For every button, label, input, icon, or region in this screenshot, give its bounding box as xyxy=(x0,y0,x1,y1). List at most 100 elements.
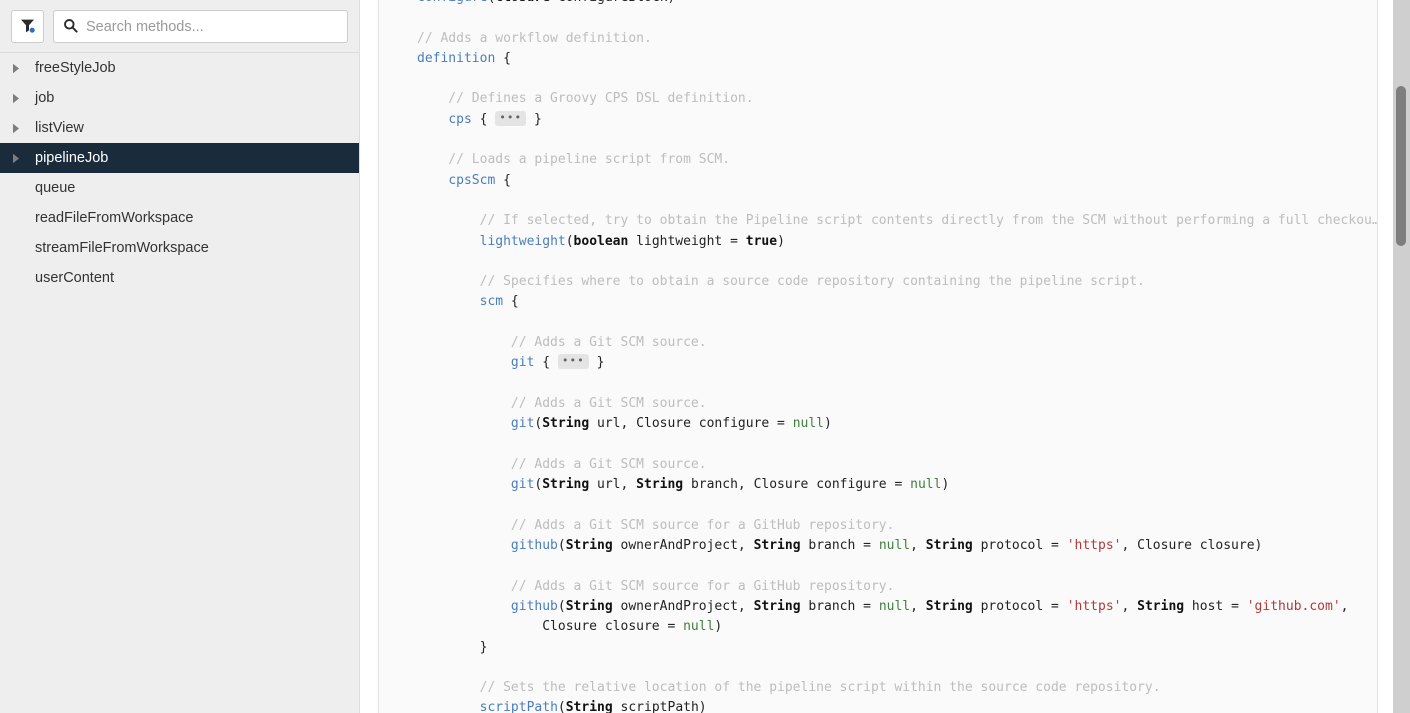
code-line xyxy=(417,191,1377,211)
code-line: Closure closure = null) xyxy=(417,617,1377,637)
code-token-plain: host = xyxy=(1184,599,1247,614)
chevron-right-icon[interactable] xyxy=(12,153,26,164)
code-line: // Loads a pipeline script from SCM. xyxy=(417,150,1377,170)
sidebar-item-freestylejob[interactable]: freeStyleJob xyxy=(0,53,359,83)
code-token-type: String xyxy=(566,700,613,713)
sidebar-item-label: freeStyleJob xyxy=(35,61,116,76)
code-token-kw[interactable]: git xyxy=(511,477,534,492)
api-viewer-app: freeStyleJob joblistViewpipelineJob queue r… xyxy=(0,0,1410,713)
code-token-plain: } xyxy=(417,640,487,655)
code-token-kw[interactable]: github xyxy=(511,599,558,614)
code-line: cpsScm { xyxy=(417,171,1377,191)
code-line: github(String ownerAndProject, String br… xyxy=(417,597,1377,617)
code-token-plain xyxy=(417,234,480,249)
code-token-plain: , Closure closure) xyxy=(1121,538,1262,553)
funnel-filter-icon xyxy=(19,17,36,37)
code-token-type: String xyxy=(754,599,801,614)
code-line xyxy=(417,313,1377,333)
chevron-right-icon[interactable] xyxy=(12,93,26,104)
code-line: } xyxy=(417,638,1377,658)
code-token-nul: null xyxy=(793,416,824,431)
code-token-plain: , xyxy=(1121,599,1137,614)
search-field-wrapper[interactable] xyxy=(53,10,348,43)
sidebar-item-label: readFileFromWorkspace xyxy=(35,211,193,226)
code-line: git(String url, Closure configure = null… xyxy=(417,414,1377,434)
collapsed-block-badge[interactable]: ••• xyxy=(495,111,526,126)
sidebar-item-readfilefromworkspace[interactable]: readFileFromWorkspace xyxy=(0,203,359,233)
code-line xyxy=(417,435,1377,455)
code-token-plain: { xyxy=(495,173,511,188)
code-token-type: String xyxy=(566,599,613,614)
code-token-plain: , xyxy=(1341,599,1349,614)
sidebar-item-listview[interactable]: listView xyxy=(0,113,359,143)
code-token-plain xyxy=(417,700,480,713)
sidebar-item-usercontent[interactable]: userContent xyxy=(0,263,359,293)
sidebar-item-pipelinejob[interactable]: pipelineJob xyxy=(0,143,359,173)
code-token-plain: , xyxy=(910,538,926,553)
code-line: configure(Closure configureBlock) xyxy=(417,0,1377,8)
code-token-cmt: // Defines a Groovy CPS DSL definition. xyxy=(417,91,754,106)
code-token-kw[interactable]: scriptPath xyxy=(480,700,558,713)
code-token-cmt: // Adds a workflow definition. xyxy=(417,31,652,46)
code-line: cps { ••• } xyxy=(417,110,1377,130)
sidebar-item-queue[interactable]: queue xyxy=(0,173,359,203)
code-token-kw[interactable]: lightweight xyxy=(480,234,566,249)
code-token-punc: ) xyxy=(941,477,949,492)
code-line: // Adds a Git SCM source. xyxy=(417,394,1377,414)
code-token-kw[interactable]: cpsScm xyxy=(448,173,495,188)
code-token-plain xyxy=(417,112,448,127)
code-line xyxy=(417,69,1377,89)
sidebar-item-label: userContent xyxy=(35,271,114,286)
page-vertical-scrollbar[interactable] xyxy=(1393,0,1410,713)
code-token-kw[interactable]: git xyxy=(511,416,534,431)
code-token-plain: url, Closure configure = xyxy=(589,416,793,431)
code-token-plain: { xyxy=(495,51,511,66)
code-token-cmt: // Adds a Git SCM source. xyxy=(417,457,707,472)
code-token-kw[interactable]: scm xyxy=(480,294,503,309)
code-token-cmt: // Adds a Git SCM source for a GitHub re… xyxy=(417,518,894,533)
code-line: github(String ownerAndProject, String br… xyxy=(417,536,1377,556)
chevron-right-icon[interactable] xyxy=(12,63,26,74)
sidebar-item-streamfilefromworkspace[interactable]: streamFileFromWorkspace xyxy=(0,233,359,263)
code-line: definition { xyxy=(417,49,1377,69)
collapsed-block-badge[interactable]: ••• xyxy=(558,354,589,369)
code-line: scriptPath(String scriptPath) xyxy=(417,698,1377,713)
code-token-type: String xyxy=(926,599,973,614)
code-token-plain: ownerAndProject, xyxy=(613,599,754,614)
code-token-type: String xyxy=(636,477,683,492)
code-token-plain xyxy=(417,173,448,188)
code-token-kw[interactable]: configure xyxy=(417,0,487,5)
search-input[interactable] xyxy=(86,17,338,37)
code-token-punc: ( xyxy=(558,599,566,614)
filter-button[interactable] xyxy=(11,10,44,43)
code-line xyxy=(417,658,1377,678)
code-token-kw[interactable]: cps xyxy=(448,112,471,127)
search-icon xyxy=(63,18,78,36)
code-token-punc: ( xyxy=(558,700,566,713)
code-token-plain xyxy=(417,477,511,492)
code-line xyxy=(417,8,1377,28)
code-token-type: boolean xyxy=(574,234,629,249)
sidebar-item-label: queue xyxy=(35,181,75,196)
code-token-plain: branch, Closure configure = xyxy=(683,477,910,492)
code-line: // Adds a workflow definition. xyxy=(417,29,1377,49)
code-line: git { ••• } xyxy=(417,353,1377,373)
code-token-kw[interactable]: definition xyxy=(417,51,495,66)
code-token-punc: ( xyxy=(566,234,574,249)
code-line xyxy=(417,556,1377,576)
methods-sidebar: freeStyleJob joblistViewpipelineJob queue r… xyxy=(0,0,360,713)
code-line: // Adds a Git SCM source. xyxy=(417,455,1377,475)
code-token-cmt: // Adds a Git SCM source for a GitHub re… xyxy=(417,579,894,594)
code-token-kw[interactable]: github xyxy=(511,538,558,553)
sidebar-item-job[interactable]: job xyxy=(0,83,359,113)
code-token-plain: , xyxy=(910,599,926,614)
code-token-plain: } xyxy=(526,112,542,127)
code-token-cmt: // Loads a pipeline script from SCM. xyxy=(417,152,730,167)
code-line xyxy=(417,495,1377,515)
code-token-plain: url, xyxy=(589,477,636,492)
page-scrollbar-thumb[interactable] xyxy=(1396,86,1406,246)
code-token-kw[interactable]: git xyxy=(511,355,534,370)
code-line: // Adds a Git SCM source for a GitHub re… xyxy=(417,577,1377,597)
code-token-type: String xyxy=(542,477,589,492)
chevron-right-icon[interactable] xyxy=(12,123,26,134)
